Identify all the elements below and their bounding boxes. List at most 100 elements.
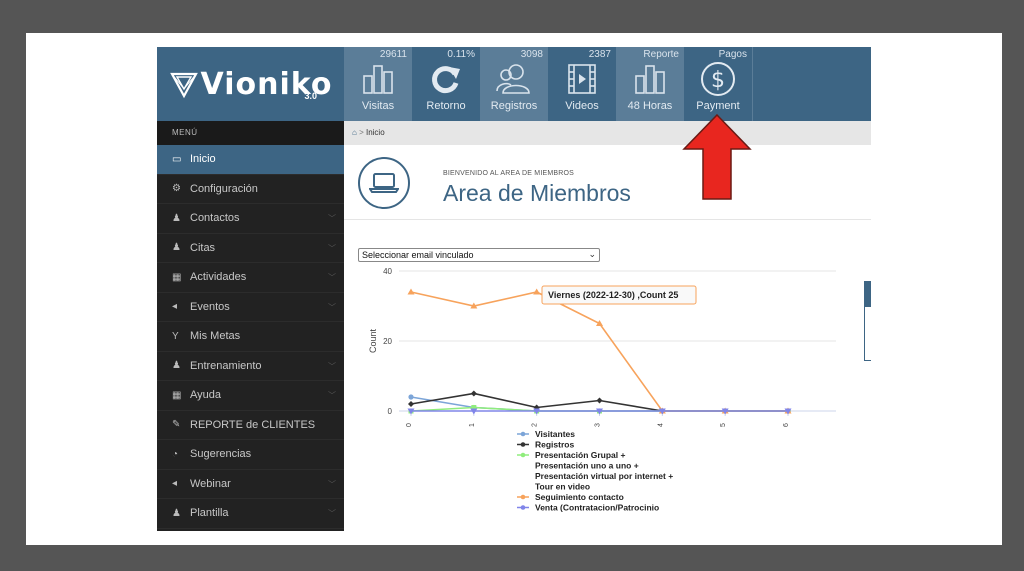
y-tick-label: 40 — [383, 267, 392, 276]
data-point — [408, 401, 414, 407]
sidebar-item-label: Contactos — [190, 212, 240, 225]
legend-label: Tour en video — [535, 482, 590, 492]
bar-chart-icon — [344, 61, 412, 97]
sidebar-item-citas[interactable]: ♟ Citas ﹀ — [157, 234, 344, 263]
sidebar-item-actividades[interactable]: ▦ Actividades ﹀ — [157, 263, 344, 293]
tile-label: Retorno — [426, 100, 466, 112]
tile-label: 48 Horas — [627, 100, 673, 112]
data-point — [533, 288, 541, 295]
tile-registros[interactable]: 3098 Registros — [480, 47, 548, 121]
series-line — [410, 291, 788, 412]
gears-icon: ⚙ — [172, 183, 181, 195]
sidebar-item-label: Mis Metas — [190, 330, 241, 343]
user-icon: ♟ — [172, 360, 181, 372]
users-icon — [480, 61, 548, 97]
user-icon: ♟ — [172, 212, 181, 224]
home-icon[interactable]: ⌂ — [352, 128, 357, 137]
tile-count: Pagos — [718, 49, 747, 60]
main-content: ⌂ > Inicio BIENVENIDO AL AREA DE MIEMBRO… — [344, 121, 871, 531]
chevron-down-icon: ﹀ — [328, 243, 336, 253]
sidebar: MENÚ ▭ Inicio ⚙ Configuración ♟ Contactos ﹀ ♟ Ci… — [157, 121, 344, 531]
data-point — [407, 288, 415, 295]
chevron-down-icon: ⌄ — [588, 249, 596, 259]
wrench-icon: ✎ — [172, 419, 181, 431]
data-point — [408, 394, 414, 400]
tile-visitas[interactable]: 29611 Visitas — [344, 47, 412, 121]
group-icon: ♟ — [172, 507, 181, 519]
y-axis-label: Count — [368, 329, 378, 354]
sidebar-item-label: Eventos — [190, 300, 230, 313]
tile-count: Reporte — [643, 49, 679, 60]
chevron-down-icon: ﹀ — [328, 391, 336, 400]
chevron-down-icon: ﹀ — [328, 273, 336, 282]
x-tick-label: 4 — [657, 423, 664, 427]
sidebar-item-label: Inicio — [190, 153, 216, 166]
sidebar-item-webinar[interactable]: ◂ Webinar ﹀ — [157, 470, 344, 499]
welcome-subtitle: BIENVENIDO AL AREA DE MIEMBROS — [443, 170, 574, 177]
sidebar-item-sugerencias[interactable]: ◔ Sugerencias — [157, 440, 344, 470]
tile-label: Registros — [490, 100, 538, 112]
sidebar-item-contactos[interactable]: ♟ Contactos ﹀ — [157, 204, 344, 234]
x-tick-label: 3 — [595, 423, 602, 427]
menu-header: MENÚ — [157, 121, 344, 145]
sidebar-item-label: Plantilla — [190, 507, 229, 520]
brand-logo[interactable]: Vioniko 3.0 — [157, 47, 344, 121]
tile-videos[interactable]: 2387 Videos — [548, 47, 616, 121]
breadcrumb: ⌂ > Inicio — [344, 121, 871, 145]
sidebar-item-label: Sugerencias — [190, 448, 252, 461]
legend-label: Registros — [535, 440, 574, 450]
app-window: Vioniko 3.0 29611 Visitas 0.11% Retorno … — [157, 47, 871, 531]
sidebar-item-ayuda[interactable]: ▦ Ayuda ﹀ — [157, 381, 344, 411]
tile-label: Visitas — [361, 100, 395, 112]
legend-marker — [520, 494, 526, 500]
email-select-value: Seleccionar email vinculado — [362, 250, 474, 260]
chevron-down-icon: ﹀ — [328, 479, 336, 489]
film-icon — [548, 61, 616, 97]
top-header: Vioniko 3.0 29611 Visitas 0.11% Retorno … — [157, 47, 871, 121]
sidebar-item-inicio[interactable]: ▭ Inicio — [157, 145, 344, 175]
sidebar-item-mis-metas[interactable]: Y Mis Metas — [157, 322, 344, 352]
sidebar-item-label: Configuración — [190, 182, 258, 195]
tile-label: Videos — [565, 100, 599, 112]
tile-count: 3098 — [520, 49, 543, 60]
chevron-down-icon: ﹀ — [328, 214, 336, 223]
sidebar-item-configuración[interactable]: ⚙ Configuración — [157, 175, 344, 204]
laptop-icon: ▭ — [172, 153, 182, 165]
side-widget — [864, 281, 871, 361]
legend-marker — [520, 452, 526, 458]
chevron-down-icon: ﹀ — [328, 361, 336, 371]
x-tick-label: 6 — [783, 423, 790, 427]
legend-label: Seguimiento contacto — [535, 492, 624, 502]
sidebar-item-label: REPORTE de CLIENTES — [190, 418, 316, 431]
red-arrow-annotation — [682, 113, 752, 200]
email-select[interactable]: Seleccionar email vinculado ⌄ — [358, 248, 600, 262]
tile-48-horas[interactable]: Reporte 48 Horas — [616, 47, 684, 121]
x-tick-label: 0 — [406, 423, 413, 427]
x-tick-label: 2 — [532, 423, 539, 427]
legend-label: Presentación Grupal + — [535, 450, 625, 460]
user-icon: ♟ — [172, 242, 181, 254]
chevron-down-icon: ﹀ — [328, 302, 336, 312]
breadcrumb-inicio[interactable]: Inicio — [366, 128, 385, 137]
tile-retorno[interactable]: 0.11% Retorno — [412, 47, 480, 121]
tile-payment[interactable]: Pagos $ Payment — [684, 47, 753, 121]
page-title: Area de Miembros — [443, 180, 631, 206]
legend-label: Visitantes — [535, 429, 575, 439]
triangle-logo-icon — [169, 72, 198, 99]
legend-marker — [520, 505, 526, 510]
tile-label: Payment — [696, 100, 740, 112]
dollar-icon: $ — [684, 61, 752, 97]
data-point — [470, 390, 477, 397]
divider — [344, 219, 871, 220]
sidebar-item-entrenamiento[interactable]: ♟ Entrenamiento ﹀ — [157, 352, 344, 381]
bullhorn-icon: ◂ — [172, 478, 178, 490]
legend-label: Venta (Contratacion/Patrocinio — [535, 503, 659, 513]
glass-icon: Y — [172, 330, 179, 342]
chevron-down-icon: ﹀ — [328, 509, 336, 518]
bullhorn-icon: ◂ — [172, 301, 178, 313]
sidebar-item-reporte-de-clientes[interactable]: ✎ REPORTE de CLIENTES — [157, 411, 344, 440]
calendar-icon: ▦ — [172, 271, 182, 283]
sidebar-item-eventos[interactable]: ◂ Eventos ﹀ — [157, 293, 344, 322]
legend-marker — [520, 431, 526, 437]
sidebar-item-plantilla[interactable]: ♟ Plantilla ﹀ — [157, 499, 344, 529]
